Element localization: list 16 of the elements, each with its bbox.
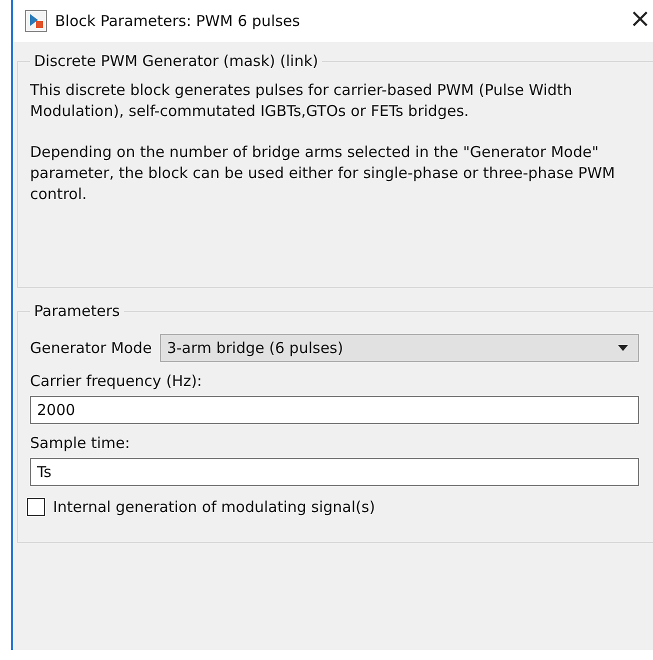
- group-title: Discrete PWM Generator (mask) (link): [33, 52, 320, 70]
- dropdown[interactable]: 3-arm bridge (6 pulses): [160, 334, 639, 362]
- field-label: Carrier frequency (Hz):: [30, 372, 203, 390]
- input-field[interactable]: 2000: [30, 396, 639, 424]
- close-button[interactable]: ×: [629, 6, 653, 36]
- checkbox-label: Internal generation of modulating signal(s): [53, 498, 376, 516]
- field-label: Sample time:: [30, 434, 131, 452]
- group-title: Parameters: [33, 302, 121, 320]
- window-title: Block Parameters: PWM 6 pulses: [55, 12, 301, 30]
- checkbox[interactable]: [27, 498, 45, 516]
- input-field[interactable]: Ts: [30, 458, 639, 486]
- caret-icon: [618, 345, 628, 351]
- block-icon: [25, 10, 47, 32]
- description-text: Depending on the number of bridge arms selected in the "Generator Mode" parameter, the block can be used either for single-phase or three-phase PWM control.: [30, 142, 616, 205]
- description-text: This discrete block generates pulses for carrier-based PWM (Pulse Width Modulation), self-commutated IGBTs,GTOs or FETs bridges.: [30, 80, 574, 122]
- field-label: Generator Mode: [30, 339, 152, 357]
